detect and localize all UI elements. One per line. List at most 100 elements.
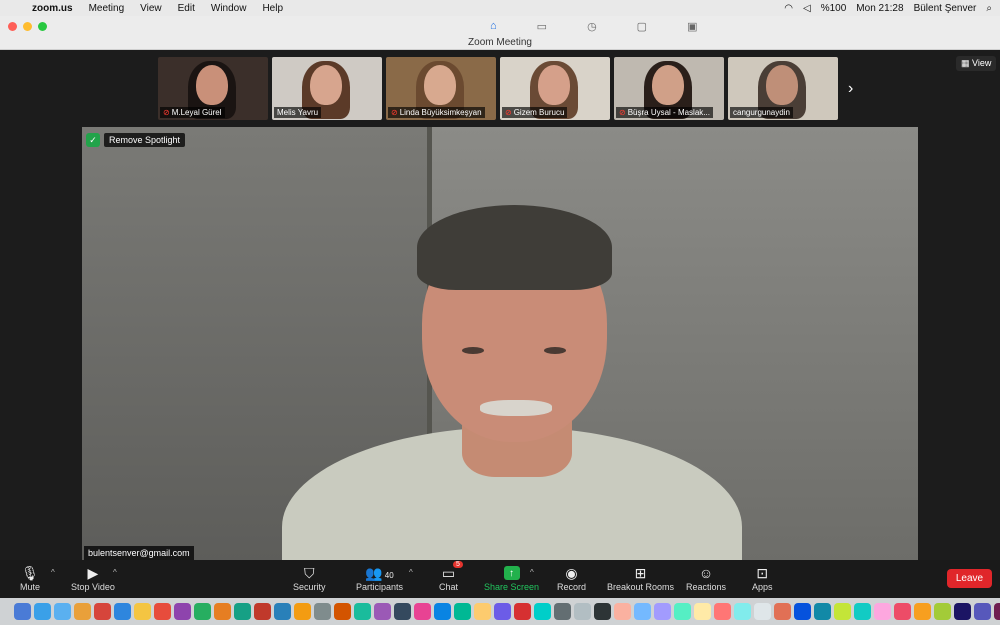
dock-app-icon[interactable]	[674, 603, 691, 620]
dock-app-icon[interactable]	[174, 603, 191, 620]
menu-app[interactable]: zoom.us	[32, 3, 73, 14]
mute-label: Mute	[20, 582, 41, 592]
participants-options-caret[interactable]: ^	[409, 568, 413, 577]
dock-app-icon[interactable]	[494, 603, 511, 620]
dock-app-icon[interactable]	[834, 603, 851, 620]
minimize-window-button[interactable]	[23, 22, 32, 31]
dock-app-icon[interactable]	[194, 603, 211, 620]
dock-app-icon[interactable]	[694, 603, 711, 620]
meetings-nav-icon[interactable]: ◷	[587, 20, 597, 33]
dock-app-icon[interactable]	[774, 603, 791, 620]
battery-level[interactable]: %100	[821, 3, 847, 14]
dock-app-icon[interactable]	[434, 603, 451, 620]
participant-tile[interactable]: ⊘ Gizem Burucu	[500, 57, 610, 120]
dock-app-icon[interactable]	[354, 603, 371, 620]
dock-app-icon[interactable]	[414, 603, 431, 620]
reactions-button[interactable]: ☺ Reactions	[686, 564, 726, 592]
participant-tile[interactable]: ⊘ M.Leyal Gürel	[158, 57, 268, 120]
contacts-nav-icon[interactable]: ▢	[637, 20, 647, 33]
dock-app-icon[interactable]	[954, 603, 971, 620]
dock-app-icon[interactable]	[374, 603, 391, 620]
close-window-button[interactable]	[8, 22, 17, 31]
dock-app-icon[interactable]	[134, 603, 151, 620]
dock-app-icon[interactable]	[254, 603, 271, 620]
dock-app-icon[interactable]	[314, 603, 331, 620]
dock-app-icon[interactable]	[594, 603, 611, 620]
dock-app-icon[interactable]	[114, 603, 131, 620]
chat-nav-icon[interactable]: ▭	[537, 20, 547, 33]
menu-window[interactable]: Window	[211, 3, 247, 14]
menu-view[interactable]: View	[140, 3, 162, 14]
dock-app-icon[interactable]	[334, 603, 351, 620]
dock-app-icon[interactable]	[534, 603, 551, 620]
dock-app-icon[interactable]	[874, 603, 891, 620]
leave-button[interactable]: Leave	[947, 569, 992, 588]
dock-app-icon[interactable]	[554, 603, 571, 620]
volume-icon[interactable]: ◁	[803, 3, 811, 14]
participant-tile[interactable]: ⊘ Büşra Uysal - Maslak...	[614, 57, 724, 120]
speaker-eye-right	[544, 347, 566, 354]
audio-options-caret[interactable]: ^	[51, 568, 55, 577]
stop-video-button[interactable]: ▶ Stop Video	[71, 564, 115, 592]
stop-video-label: Stop Video	[71, 582, 115, 592]
breakout-rooms-button[interactable]: ⊞ Breakout Rooms	[607, 564, 674, 592]
dock-app-icon[interactable]	[54, 603, 71, 620]
participant-face	[196, 65, 228, 105]
apps-button[interactable]: ⊡ Apps	[752, 564, 773, 592]
menu-edit[interactable]: Edit	[178, 3, 195, 14]
menu-meeting[interactable]: Meeting	[89, 3, 125, 14]
dock-app-icon[interactable]	[814, 603, 831, 620]
dock-app-icon[interactable]	[274, 603, 291, 620]
dock-app-icon[interactable]	[654, 603, 671, 620]
dock-app-icon[interactable]	[714, 603, 731, 620]
dock-app-icon[interactable]	[794, 603, 811, 620]
mute-button[interactable]: 🎙 Mute	[20, 564, 40, 592]
dock-app-icon[interactable]	[854, 603, 871, 620]
status-tray: ◠ ◁ %100 Mon 21:28 Bülent Şenver ⌕	[784, 3, 1000, 14]
dock-app-icon[interactable]	[74, 603, 91, 620]
share-options-caret[interactable]: ^	[530, 568, 534, 577]
remove-spotlight-button[interactable]: ✓ Remove Spotlight	[86, 133, 186, 147]
wifi-icon[interactable]: ◠	[784, 3, 793, 14]
record-button[interactable]: ◉ Record	[557, 564, 586, 592]
dock-app-icon[interactable]	[294, 603, 311, 620]
dock-app-icon[interactable]	[94, 603, 111, 620]
participant-tile[interactable]: ⊘ Linda Büyüksimkeşyan	[386, 57, 496, 120]
dock-app-icon[interactable]	[574, 603, 591, 620]
dock-app-icon[interactable]	[214, 603, 231, 620]
user-name[interactable]: Bülent Şenver	[914, 3, 977, 14]
video-options-caret[interactable]: ^	[113, 568, 117, 577]
chat-button[interactable]: ▭ Chat	[439, 564, 458, 592]
dock-app-icon[interactable]	[994, 603, 1000, 620]
speaker-name-tag: bulentsenver@gmail.com	[84, 546, 194, 560]
dock-app-icon[interactable]	[154, 603, 171, 620]
dock-app-icon[interactable]	[974, 603, 991, 620]
dock-app-icon[interactable]	[234, 603, 251, 620]
dock-app-icon[interactable]	[34, 603, 51, 620]
dock-app-icon[interactable]	[734, 603, 751, 620]
dock-app-icon[interactable]	[894, 603, 911, 620]
fullscreen-window-button[interactable]	[38, 22, 47, 31]
next-page-icon[interactable]: ›	[848, 80, 853, 98]
view-button[interactable]: ▦ View	[956, 56, 997, 71]
menu-help[interactable]: Help	[262, 3, 283, 14]
security-button[interactable]: ⛉ Security	[293, 564, 326, 592]
home-icon[interactable]: ⌂	[490, 20, 497, 33]
dock-app-icon[interactable]	[614, 603, 631, 620]
dock-app-icon[interactable]	[514, 603, 531, 620]
search-icon[interactable]: ⌕	[986, 3, 992, 14]
clock[interactable]: Mon 21:28	[856, 3, 903, 14]
dock-app-icon[interactable]	[394, 603, 411, 620]
dock-app-icon[interactable]	[474, 603, 491, 620]
dock-app-icon[interactable]	[754, 603, 771, 620]
dock-app-icon[interactable]	[934, 603, 951, 620]
dock-app-icon[interactable]	[914, 603, 931, 620]
participant-tile[interactable]: cangurgunaydin	[728, 57, 838, 120]
dock-app-icon[interactable]	[634, 603, 651, 620]
dock-app-icon[interactable]	[454, 603, 471, 620]
speaker-hair	[417, 205, 612, 290]
apps-nav-icon[interactable]: ▣	[687, 20, 697, 33]
dock-app-icon[interactable]	[14, 603, 31, 620]
participant-tile[interactable]: Melis Yavru	[272, 57, 382, 120]
participants-button[interactable]: 👥 40 Participants	[356, 564, 403, 592]
